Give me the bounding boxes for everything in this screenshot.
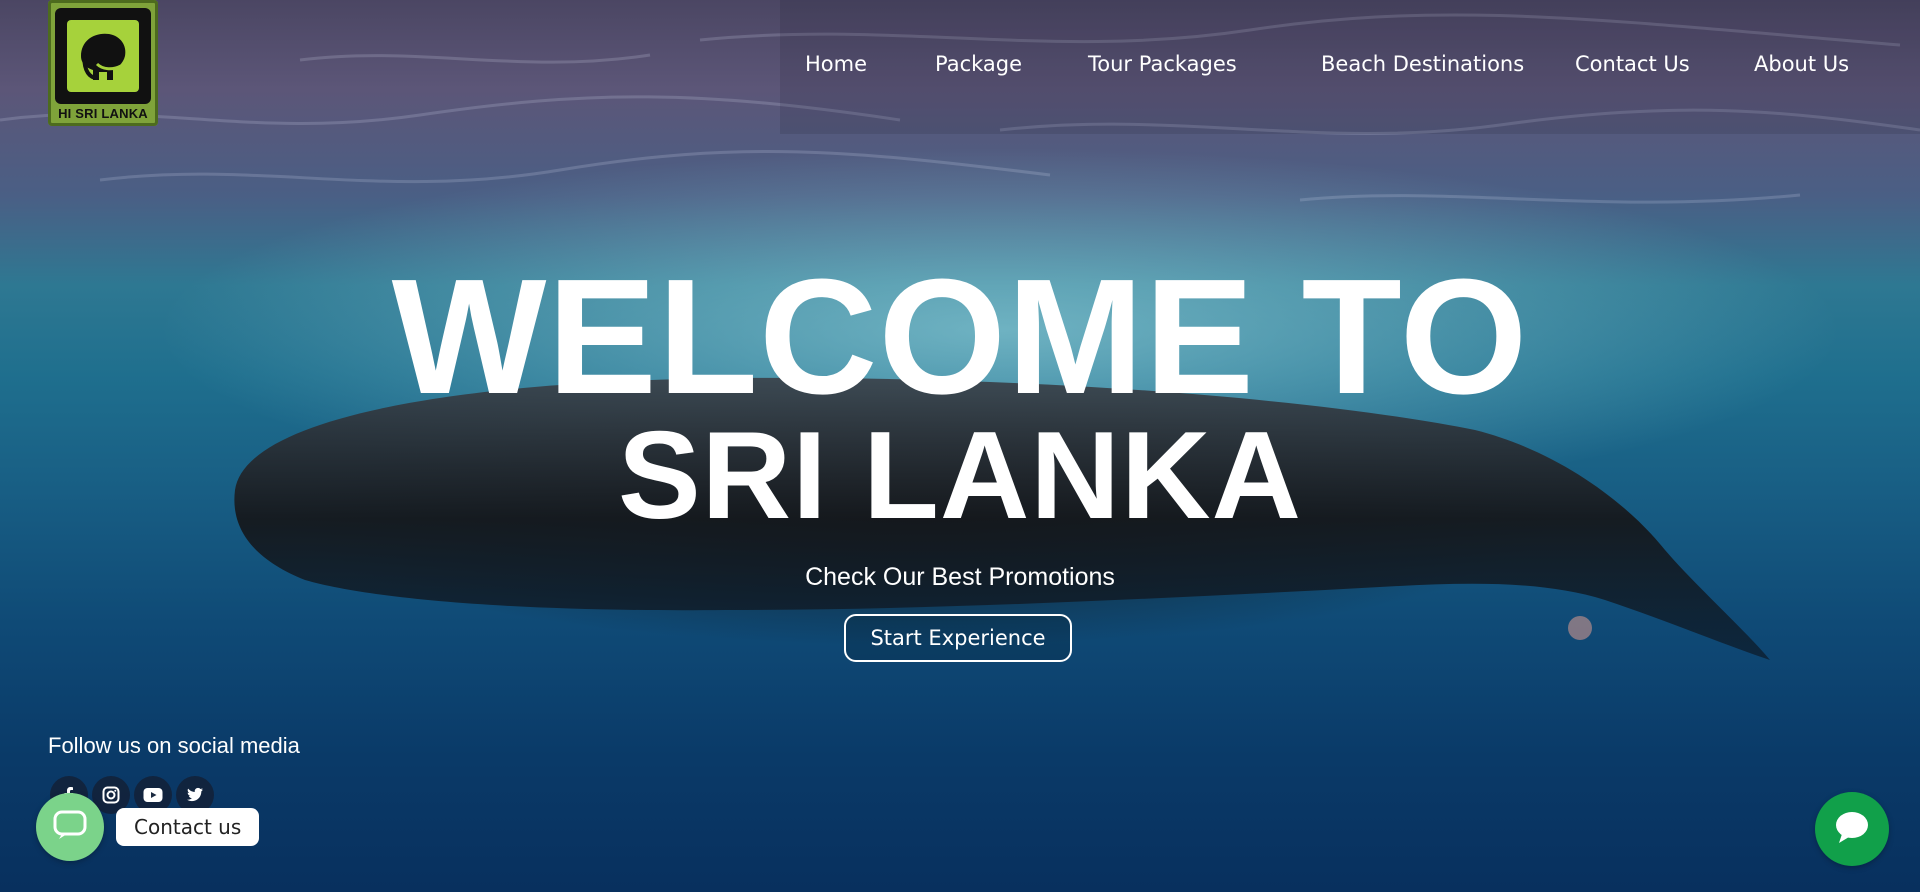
start-experience-button[interactable]: Start Experience — [844, 614, 1072, 662]
chat-widget-button[interactable] — [1815, 792, 1889, 866]
chat-bubble-icon — [53, 810, 87, 844]
social-title: Follow us on social media — [48, 733, 300, 758]
nav-home[interactable]: Home — [805, 52, 867, 76]
nav-tour-packages[interactable]: Tour Packages — [1088, 52, 1237, 76]
hero-page: HI SRI LANKA Home Package Tour Packages … — [0, 0, 1920, 892]
hero-title-line2: SRI LANKA — [617, 407, 1303, 545]
contact-us-label[interactable]: Contact us — [116, 808, 260, 846]
logo-text: HI SRI LANKA — [58, 106, 148, 121]
contact-widget-button[interactable] — [36, 793, 104, 861]
main-nav: Home Package Tour Packages Beach Destina… — [780, 0, 1920, 134]
elephant-icon — [67, 20, 139, 92]
logo-badge — [55, 8, 151, 104]
chat-icon — [1833, 809, 1871, 849]
nav-beach-destinations[interactable]: Beach Destinations — [1321, 52, 1524, 76]
site-logo[interactable]: HI SRI LANKA — [48, 0, 158, 126]
nav-contact-us[interactable]: Contact Us — [1575, 52, 1690, 76]
nav-about-us[interactable]: About Us — [1754, 52, 1849, 76]
hero-subtitle: Check Our Best Promotions — [805, 563, 1115, 591]
hero-title-line1: WELCOME TO — [391, 245, 1529, 428]
nav-package[interactable]: Package — [935, 52, 1022, 76]
